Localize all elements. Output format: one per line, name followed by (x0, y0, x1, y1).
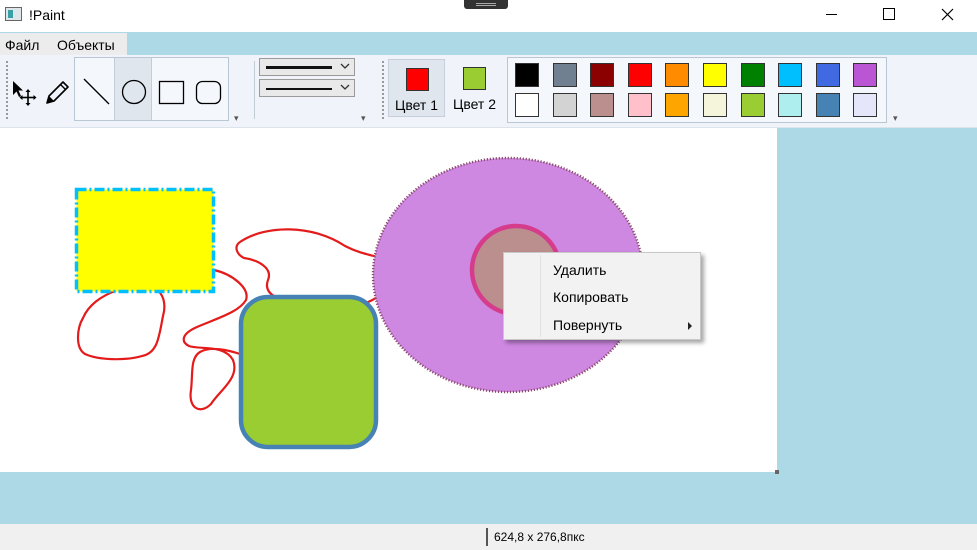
rounded-rectangle-icon (195, 80, 222, 105)
palette-overflow-icon[interactable]: ▾ (893, 114, 901, 123)
canvas-resize-handle[interactable] (775, 470, 779, 474)
submenu-arrow-icon (688, 322, 692, 330)
palette-swatch[interactable] (703, 93, 727, 117)
chevron-down-icon (340, 84, 350, 90)
palette-swatch[interactable] (552, 93, 577, 117)
palette-swatch[interactable] (665, 93, 690, 117)
menu-bar: Файл Объекты (0, 33, 127, 55)
snap-grip-icon[interactable] (464, 0, 508, 9)
color1-label: Цвет 1 (394, 97, 439, 113)
palette-swatch[interactable] (815, 63, 840, 87)
ellipse-shape-button[interactable] (114, 58, 152, 120)
palette-swatch[interactable] (853, 93, 878, 117)
toolbar: ▾ ▾ Цвет 1 Цвет 2 ▾ (0, 55, 977, 128)
title-bar: !Paint (0, 0, 977, 32)
palette-swatch[interactable] (627, 93, 652, 117)
rounded-rectangle-shape-button[interactable] (190, 58, 228, 120)
palette-swatch[interactable] (703, 63, 727, 87)
rectangle-shape-button[interactable] (152, 58, 190, 120)
line-style-select[interactable] (259, 79, 355, 97)
rectangle-icon (158, 80, 185, 105)
palette-swatch[interactable] (853, 63, 878, 87)
line-overflow-icon[interactable]: ▾ (361, 114, 369, 123)
menu-file[interactable]: Файл (5, 37, 39, 53)
context-menu: Удалить Копировать Повернуть (503, 252, 701, 340)
color1-button[interactable]: Цвет 1 (388, 59, 445, 117)
freehand-stroke[interactable] (76, 283, 166, 361)
color-palette (507, 57, 887, 123)
app-icon (5, 7, 22, 21)
line-icon (83, 78, 110, 105)
palette-swatch[interactable] (815, 93, 840, 117)
palette-swatch[interactable] (515, 93, 539, 117)
palette-swatch[interactable] (778, 93, 803, 117)
palette-swatch[interactable] (590, 93, 615, 117)
green-rounded-rectangle[interactable] (238, 294, 379, 450)
palette-swatch[interactable] (515, 63, 539, 87)
palette-swatch[interactable] (665, 63, 690, 87)
palette-swatch[interactable] (778, 63, 803, 87)
yellow-rectangle[interactable] (74, 187, 216, 294)
canvas-size-status: 624,8 x 276,8пкс (494, 530, 585, 544)
menu-objects[interactable]: Объекты (57, 37, 115, 53)
maximize-button[interactable] (860, 0, 918, 30)
context-copy[interactable]: Копировать (506, 283, 698, 310)
shapes-group (74, 57, 229, 121)
color2-button[interactable]: Цвет 2 (446, 59, 503, 117)
ellipse-icon (121, 79, 147, 105)
palette-swatch[interactable] (590, 63, 615, 87)
context-delete[interactable]: Удалить (506, 256, 698, 283)
palette-swatch[interactable] (627, 63, 652, 87)
palette-swatch[interactable] (740, 63, 765, 87)
color2-swatch (463, 67, 486, 90)
color1-swatch (406, 68, 429, 91)
palette-swatch[interactable] (552, 63, 577, 87)
line-shape-button[interactable] (76, 58, 114, 120)
chevron-down-icon (340, 63, 350, 69)
color2-label: Цвет 2 (452, 96, 497, 112)
minimize-button[interactable] (802, 0, 860, 30)
toolbar-separator (254, 61, 256, 119)
toolbar-grip[interactable] (382, 61, 386, 119)
status-bar: 624,8 x 276,8пкс (0, 524, 977, 550)
context-rotate[interactable]: Повернуть (506, 311, 698, 338)
close-icon (941, 8, 954, 21)
window-title: !Paint (29, 7, 65, 23)
shapes-overflow-icon[interactable]: ▾ (234, 114, 242, 123)
palette-swatch[interactable] (740, 93, 765, 117)
line-width-select[interactable] (259, 58, 355, 76)
close-button[interactable] (918, 0, 976, 30)
